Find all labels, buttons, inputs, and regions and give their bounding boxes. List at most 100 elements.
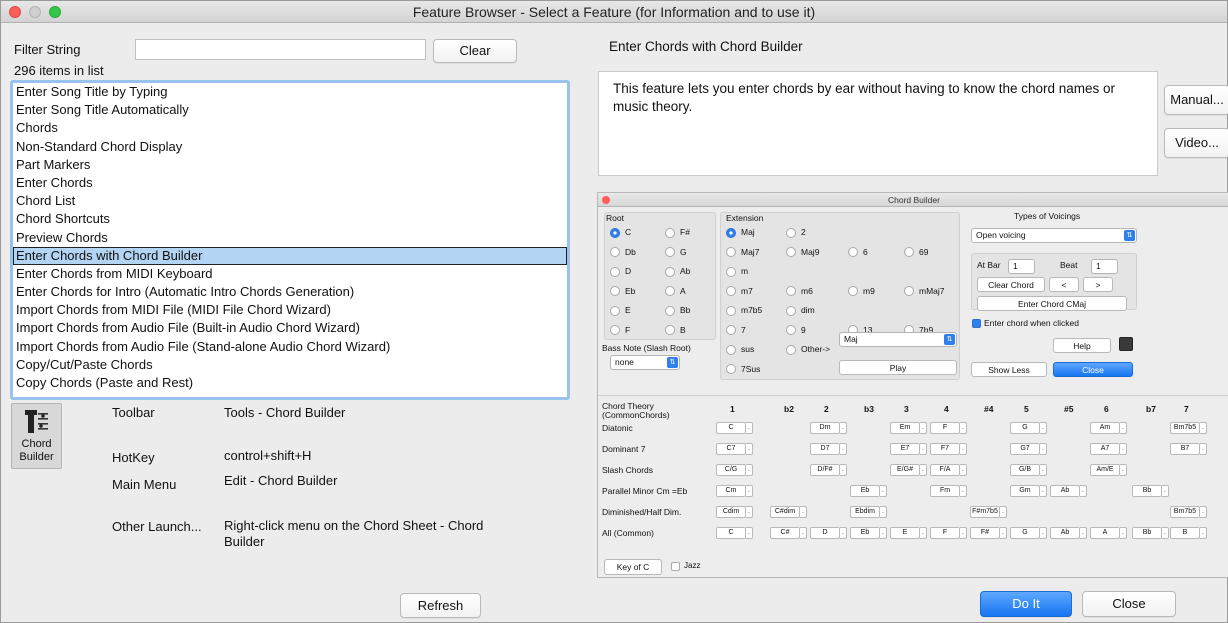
chord-cell[interactable]: Bm7b5.: [1170, 506, 1207, 518]
extension-radio[interactable]: m7b5: [726, 305, 762, 316]
chord-cell[interactable]: Fm.: [930, 485, 967, 497]
chord-cell[interactable]: C/G.: [716, 464, 753, 476]
chord-cell[interactable]: D.: [810, 527, 847, 539]
chord-cell[interactable]: Em.: [890, 422, 927, 434]
chord-cell[interactable]: D7.: [810, 443, 847, 455]
root-radio[interactable]: Bb: [665, 305, 690, 316]
feature-list[interactable]: Enter Song Title by Typing Enter Song Tit…: [10, 80, 570, 400]
extension-radio[interactable]: 9: [786, 325, 806, 336]
extension-radio[interactable]: 6: [848, 247, 868, 258]
root-radio[interactable]: G: [665, 247, 687, 258]
extension-radio[interactable]: m9: [848, 286, 875, 297]
root-radio[interactable]: Ab: [665, 266, 690, 277]
filter-input[interactable]: [135, 39, 426, 60]
chord-cell[interactable]: B7.: [1170, 443, 1207, 455]
extension-radio[interactable]: m: [726, 266, 748, 277]
root-radio[interactable]: D: [610, 266, 631, 277]
list-item[interactable]: Enter Chords for Intro (Automatic Intro …: [13, 283, 567, 301]
chord-cell[interactable]: Am/E.: [1090, 464, 1127, 476]
clear-filter-button[interactable]: Clear: [433, 39, 517, 63]
list-item[interactable]: Non-Standard Chord Display: [13, 138, 567, 156]
list-item[interactable]: Import Chords from Audio File (Built-in …: [13, 319, 567, 337]
chord-cell[interactable]: C.: [716, 527, 753, 539]
chord-cell[interactable]: Am.: [1090, 422, 1127, 434]
chord-cell[interactable]: F#.: [970, 527, 1007, 539]
chord-cell[interactable]: G7.: [1010, 443, 1047, 455]
list-item[interactable]: Enter Chords: [13, 174, 567, 192]
extension-radio[interactable]: sus: [726, 344, 754, 355]
chord-cell[interactable]: Cdim.: [716, 506, 753, 518]
extension-radio[interactable]: mMaj7: [904, 286, 945, 297]
chord-cell[interactable]: Ab.: [1050, 485, 1087, 497]
list-item[interactable]: Preview Chords: [13, 229, 567, 247]
help-button[interactable]: Help: [1053, 338, 1111, 353]
chord-cell[interactable]: C#dim.: [770, 506, 807, 518]
chord-cell[interactable]: C.: [716, 422, 753, 434]
do-it-button[interactable]: Do It: [980, 591, 1072, 617]
next-button[interactable]: >: [1083, 277, 1113, 292]
bass-note-select[interactable]: none ⇅: [610, 355, 680, 370]
chord-cell[interactable]: F.: [930, 422, 967, 434]
root-radio[interactable]: B: [665, 325, 686, 336]
enter-when-clicked-checkbox[interactable]: [972, 319, 981, 328]
root-radio[interactable]: F#: [665, 227, 690, 238]
chord-builder-launch-button[interactable]: Chord Builder: [11, 403, 62, 469]
chord-cell[interactable]: A.: [1090, 527, 1127, 539]
chord-cell[interactable]: Cm.: [716, 485, 753, 497]
chord-cell[interactable]: F/A.: [930, 464, 967, 476]
list-item[interactable]: Import Chords from Audio File (Stand-alo…: [13, 338, 567, 356]
previous-button[interactable]: <: [1049, 277, 1079, 292]
chord-builder-close-button[interactable]: Close: [1053, 362, 1133, 377]
chord-cell[interactable]: C#.: [770, 527, 807, 539]
key-of-c-button[interactable]: Key of C: [604, 559, 662, 575]
extension-radio[interactable]: 7: [726, 325, 746, 336]
list-item[interactable]: Chord Shortcuts: [13, 210, 567, 228]
jazz-checkbox[interactable]: [671, 562, 680, 571]
chord-cell[interactable]: A7.: [1090, 443, 1127, 455]
chord-cell[interactable]: Gm.: [1010, 485, 1047, 497]
chord-cell[interactable]: Dm.: [810, 422, 847, 434]
chord-cell[interactable]: G.: [1010, 422, 1047, 434]
chord-cell[interactable]: F7.: [930, 443, 967, 455]
extension-radio[interactable]: dim: [786, 305, 815, 316]
extension-radio[interactable]: m7: [726, 286, 753, 297]
clear-chord-button[interactable]: Clear Chord: [977, 277, 1045, 292]
enter-chord-button[interactable]: Enter Chord CMaj: [977, 296, 1127, 311]
beat-input[interactable]: 1: [1091, 259, 1118, 274]
list-item[interactable]: Copy/Cut/Paste Chords: [13, 356, 567, 374]
list-item[interactable]: Enter Chords with Chord Builder: [13, 246, 567, 265]
root-radio[interactable]: A: [665, 286, 686, 297]
chord-cell[interactable]: G.: [1010, 527, 1047, 539]
extension-radio[interactable]: Other->: [786, 344, 830, 355]
list-item[interactable]: Enter Chords from MIDI Keyboard: [13, 265, 567, 283]
close-window-icon[interactable]: [9, 6, 21, 18]
extension-radio[interactable]: 69: [904, 247, 928, 258]
list-item[interactable]: Import Chords from MIDI File (MIDI File …: [13, 301, 567, 319]
chord-cell[interactable]: B.: [1170, 527, 1207, 539]
extension-radio[interactable]: m6: [786, 286, 813, 297]
play-button[interactable]: Play: [839, 360, 957, 375]
extension-radio[interactable]: Maj: [726, 227, 755, 238]
chord-cell[interactable]: Ab.: [1050, 527, 1087, 539]
at-bar-input[interactable]: 1: [1008, 259, 1035, 274]
root-radio[interactable]: C: [610, 227, 631, 238]
root-radio[interactable]: Eb: [610, 286, 635, 297]
minimize-window-icon[interactable]: [29, 6, 41, 18]
chord-cell[interactable]: F#m7b5.: [970, 506, 1007, 518]
voicing-select[interactable]: Open voicing ⇅: [971, 228, 1137, 243]
list-item[interactable]: Part Markers: [13, 156, 567, 174]
list-item[interactable]: Enter Song Title Automatically: [13, 101, 567, 119]
chord-cell[interactable]: Bb.: [1132, 527, 1169, 539]
zoom-window-icon[interactable]: [49, 6, 61, 18]
other-extension-select[interactable]: Maj ⇅: [839, 332, 957, 347]
refresh-button[interactable]: Refresh: [400, 593, 481, 618]
list-item[interactable]: Enter Song Title by Typing: [13, 83, 567, 101]
chord-cell[interactable]: Bm7b5.: [1170, 422, 1207, 434]
chord-cell[interactable]: E/G#.: [890, 464, 927, 476]
chord-cell[interactable]: Eb.: [850, 485, 887, 497]
chord-cell[interactable]: E7.: [890, 443, 927, 455]
close-button[interactable]: Close: [1082, 591, 1176, 617]
chord-cell[interactable]: C7.: [716, 443, 753, 455]
root-radio[interactable]: Db: [610, 247, 636, 258]
chord-cell[interactable]: Bb.: [1132, 485, 1169, 497]
